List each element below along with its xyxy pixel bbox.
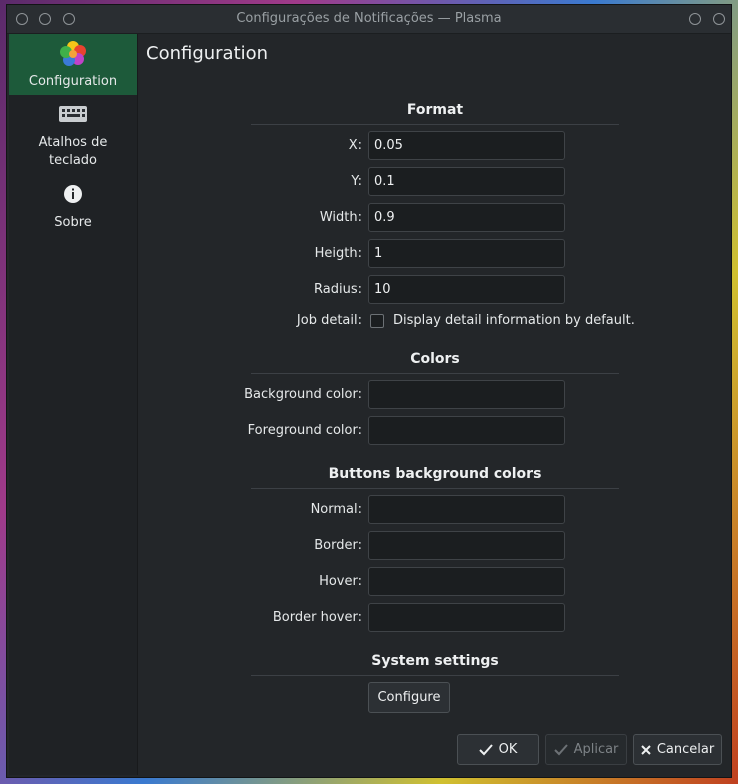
close-icon [641,744,651,755]
divider [251,373,619,374]
apply-button-label: Aplicar [573,742,619,757]
y-label: Y: [351,174,362,189]
x-label: X: [348,138,362,153]
width-label: Width: [319,210,362,225]
job-detail-label: Job detail: [296,313,362,328]
colors-section-title: Colors [410,351,460,367]
background-color-label: Background color: [244,387,362,402]
dialog-window: Configurações de Notificações — Plasma C… [6,4,732,778]
flower-icon [60,41,86,66]
job-detail-checkbox-label[interactable]: Display detail information by default. [393,313,635,328]
border-color-input[interactable] [368,531,565,560]
y-input[interactable] [368,167,565,196]
width-input[interactable] [368,203,565,232]
height-label: Heigth: [314,246,362,261]
cancel-button-label: Cancelar [656,742,715,757]
foreground-color-label: Foreground color: [247,423,362,438]
sidebar-item-configuration[interactable]: Configuration [9,34,137,95]
radius-input[interactable] [368,275,565,304]
window-title: Configurações de Notificações — Plasma [236,11,502,26]
buttons-colors-section-title: Buttons background colors [328,466,542,482]
divider [251,675,619,676]
check-icon [553,743,568,755]
hover-color-label: Hover: [319,574,362,589]
help-icon[interactable] [689,13,701,25]
x-input[interactable] [368,131,565,160]
job-detail-checkbox[interactable] [370,314,384,328]
normal-color-input[interactable] [368,495,565,524]
divider [251,488,619,489]
system-settings-section-title: System settings [371,653,499,669]
configure-button[interactable]: Configure [368,682,450,713]
hover-color-input[interactable] [368,567,565,596]
apply-button[interactable]: Aplicar [545,734,627,765]
page-title: Configuration [146,43,269,64]
height-input[interactable] [368,239,565,268]
border-hover-color-input[interactable] [368,603,565,632]
close-icon[interactable] [713,13,725,25]
normal-color-label: Normal: [310,502,362,517]
check-icon [478,743,493,755]
sidebar-item-label: Configuration [28,74,118,89]
ok-button[interactable]: OK [457,734,539,765]
keyboard-icon [59,106,87,122]
title-bar[interactable]: Configurações de Notificações — Plasma [7,5,731,34]
ok-button-label: OK [498,742,518,757]
border-color-label: Border: [314,538,362,553]
background-color-input[interactable] [368,380,565,409]
sidebar-item-about[interactable]: Sobre [9,184,137,234]
format-section-title: Format [406,102,464,118]
border-hover-color-label: Border hover: [272,610,362,625]
radius-label: Radius: [314,282,362,297]
divider [251,124,619,125]
foreground-color-input[interactable] [368,416,565,445]
cancel-button[interactable]: Cancelar [633,734,722,765]
